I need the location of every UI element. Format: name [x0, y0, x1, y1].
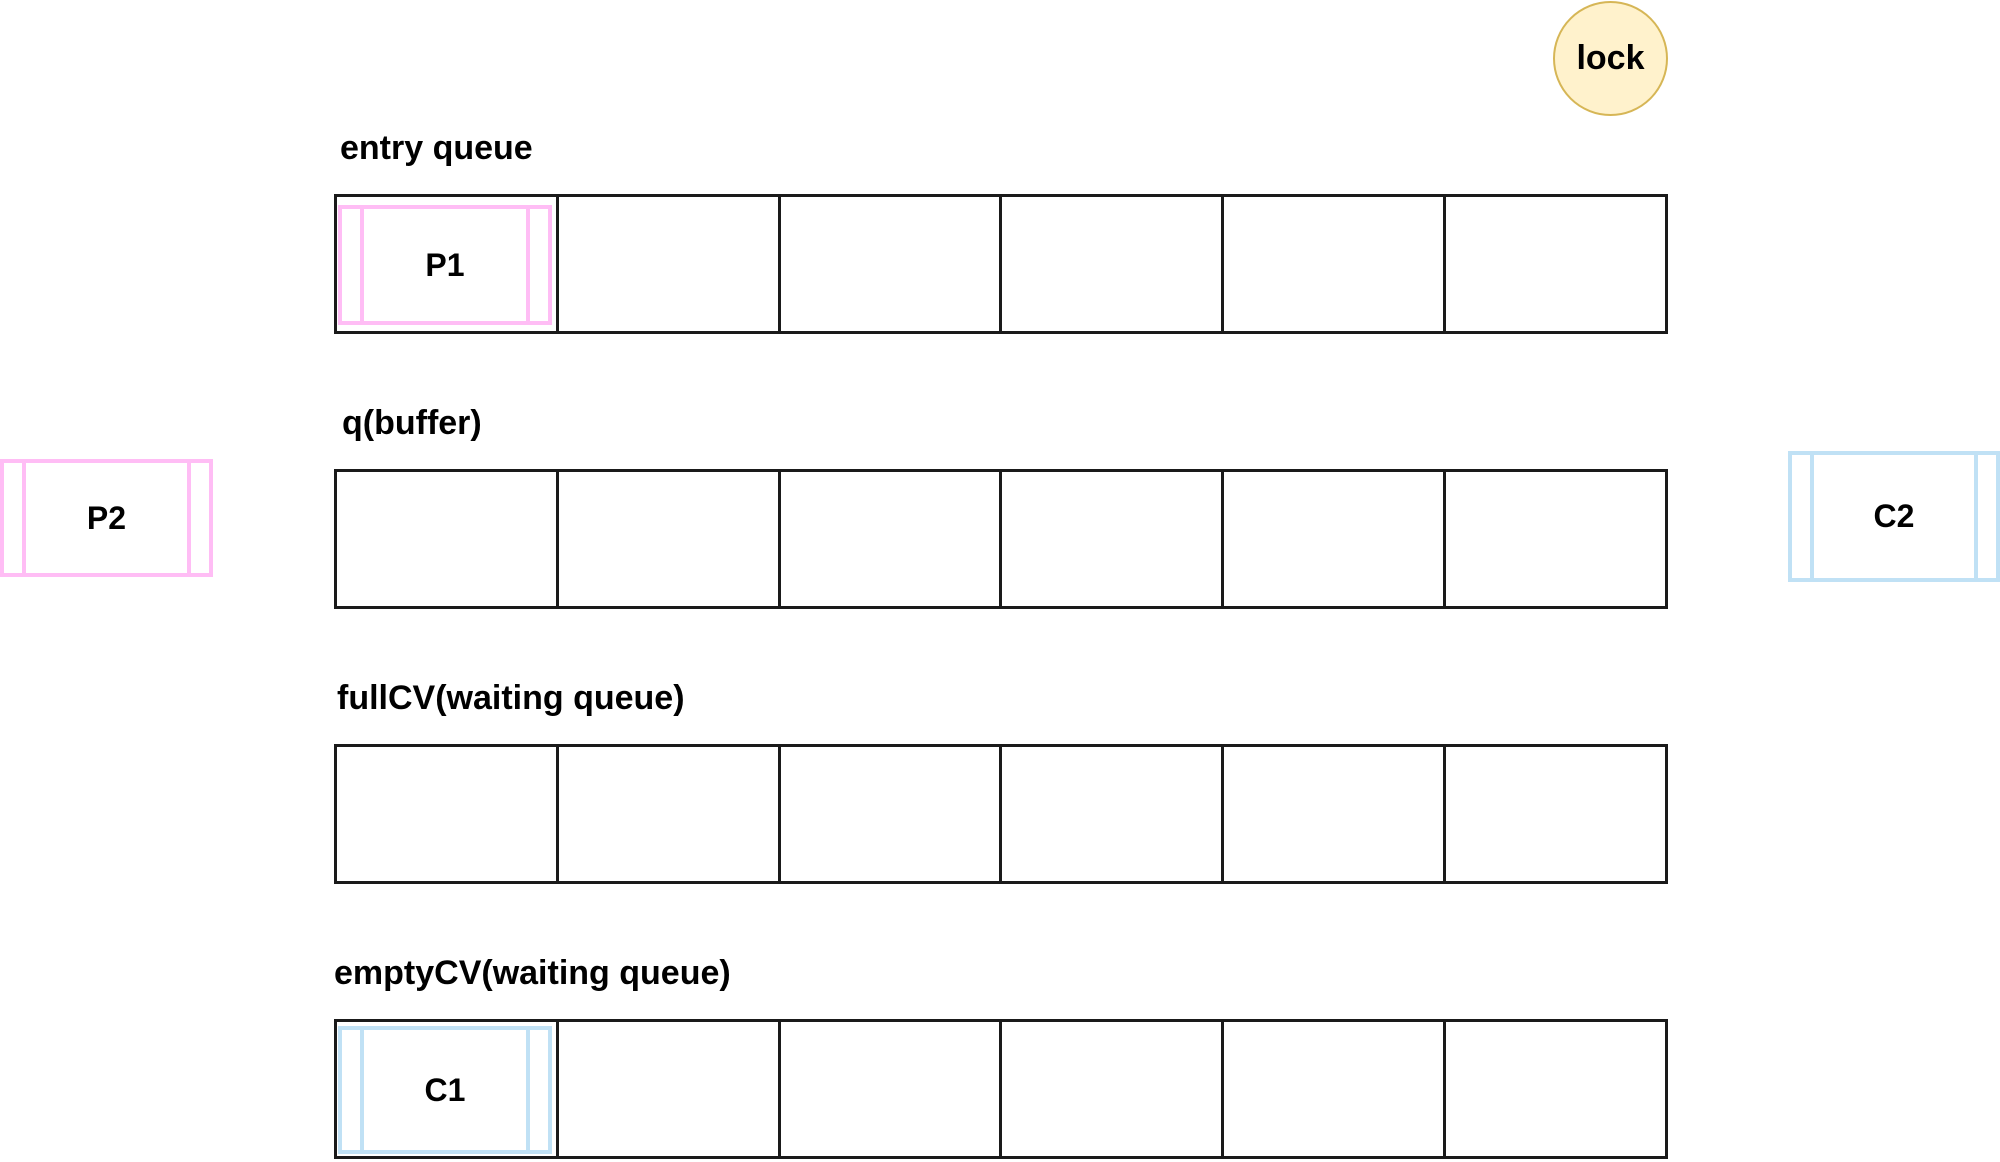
queue-cell [1224, 1022, 1447, 1156]
queue-cell [1224, 747, 1447, 881]
queue-cell [559, 1022, 781, 1156]
queue-cell [559, 197, 781, 331]
queue-cell [1002, 747, 1225, 881]
process-c2-label: C2 [1873, 498, 1915, 534]
queue-cell [559, 472, 781, 606]
process-bar [22, 463, 26, 573]
queue-cell [1002, 1022, 1225, 1156]
queue-cell [1002, 197, 1225, 331]
process-p1-label: P1 [425, 246, 465, 283]
process-c1[interactable]: C1 [338, 1026, 552, 1154]
entry-queue-label: entry queue [340, 129, 533, 167]
queue-cell [1446, 197, 1665, 331]
full-cv-queue-label: fullCV(waiting queue) [337, 679, 685, 717]
process-bar [360, 209, 364, 321]
queue-cell [781, 197, 1003, 331]
process-bar [360, 1030, 364, 1150]
queue-cell [781, 747, 1003, 881]
queue-cell [781, 472, 1003, 606]
lock-label: lock [1576, 39, 1645, 77]
process-p2[interactable]: P2 [0, 459, 213, 577]
queue-cell [781, 1022, 1003, 1156]
queue-cell [1002, 472, 1225, 606]
lock-node: lock [1553, 1, 1668, 116]
buffer-queue-label: q(buffer) [342, 404, 482, 442]
process-bar [187, 463, 191, 573]
process-c2[interactable]: C2 [1788, 451, 2000, 582]
process-bar [1974, 455, 1978, 578]
queue-cell [559, 747, 781, 881]
buffer-queue [334, 469, 1668, 609]
queue-cell [1224, 197, 1447, 331]
process-bar [1810, 455, 1814, 578]
queue-cell [1446, 747, 1665, 881]
process-bar [526, 209, 530, 321]
empty-cv-queue-label: emptyCV(waiting queue) [334, 954, 731, 992]
process-bar [526, 1030, 530, 1150]
queue-cell [1224, 472, 1447, 606]
queue-cell [337, 472, 559, 606]
process-p1[interactable]: P1 [338, 205, 552, 325]
queue-cell [337, 747, 559, 881]
process-p2-label: P2 [86, 499, 127, 536]
diagram-canvas: lock entry queue q(buffer) fullCV(waitin… [0, 0, 2000, 1162]
full-cv-queue [334, 744, 1668, 884]
queue-cell [1446, 1022, 1665, 1156]
queue-cell [1446, 472, 1665, 606]
process-c1-label: C1 [424, 1071, 466, 1108]
